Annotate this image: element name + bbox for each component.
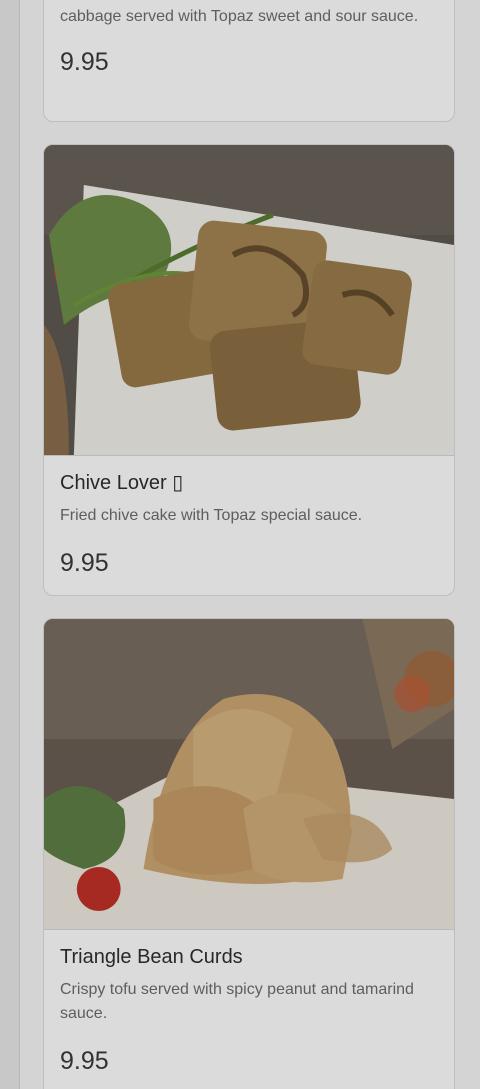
chive-cake-illustration: [44, 145, 454, 455]
menu-item-name: Chive Lover ▯: [60, 472, 184, 494]
menu-item-card[interactable]: Triangle Bean Curds Crispy tofu served w…: [43, 618, 455, 1089]
fried-tofu-illustration: [44, 619, 454, 929]
menu-page: cabbage served with Topaz sweet and sour…: [0, 0, 480, 1089]
food-photo-chive-cake: [44, 145, 454, 456]
left-rail: [0, 0, 20, 1089]
menu-item-body: cabbage served with Topaz sweet and sour…: [44, 0, 454, 77]
menu-item-description: Crispy tofu served with spicy peanut and…: [60, 981, 414, 1022]
menu-item-description: cabbage served with Topaz sweet and sour…: [60, 8, 419, 25]
menu-item-body: Chive Lover ▯ Fried chive cake with Topa…: [44, 456, 454, 578]
menu-item-name: Triangle Bean Curds: [60, 946, 243, 968]
menu-item-card[interactable]: Chive Lover ▯ Fried chive cake with Topa…: [43, 144, 455, 596]
menu-item-price: 9.95: [60, 1047, 109, 1075]
menu-item-body: Triangle Bean Curds Crispy tofu served w…: [44, 930, 454, 1076]
food-photo-fried-tofu: [44, 619, 454, 930]
menu-item-price: 9.95: [60, 549, 109, 577]
menu-item-card[interactable]: cabbage served with Topaz sweet and sour…: [43, 0, 455, 122]
menu-item-description: Fried chive cake with Topaz special sauc…: [60, 507, 363, 524]
menu-item-price: 9.95: [60, 48, 109, 76]
